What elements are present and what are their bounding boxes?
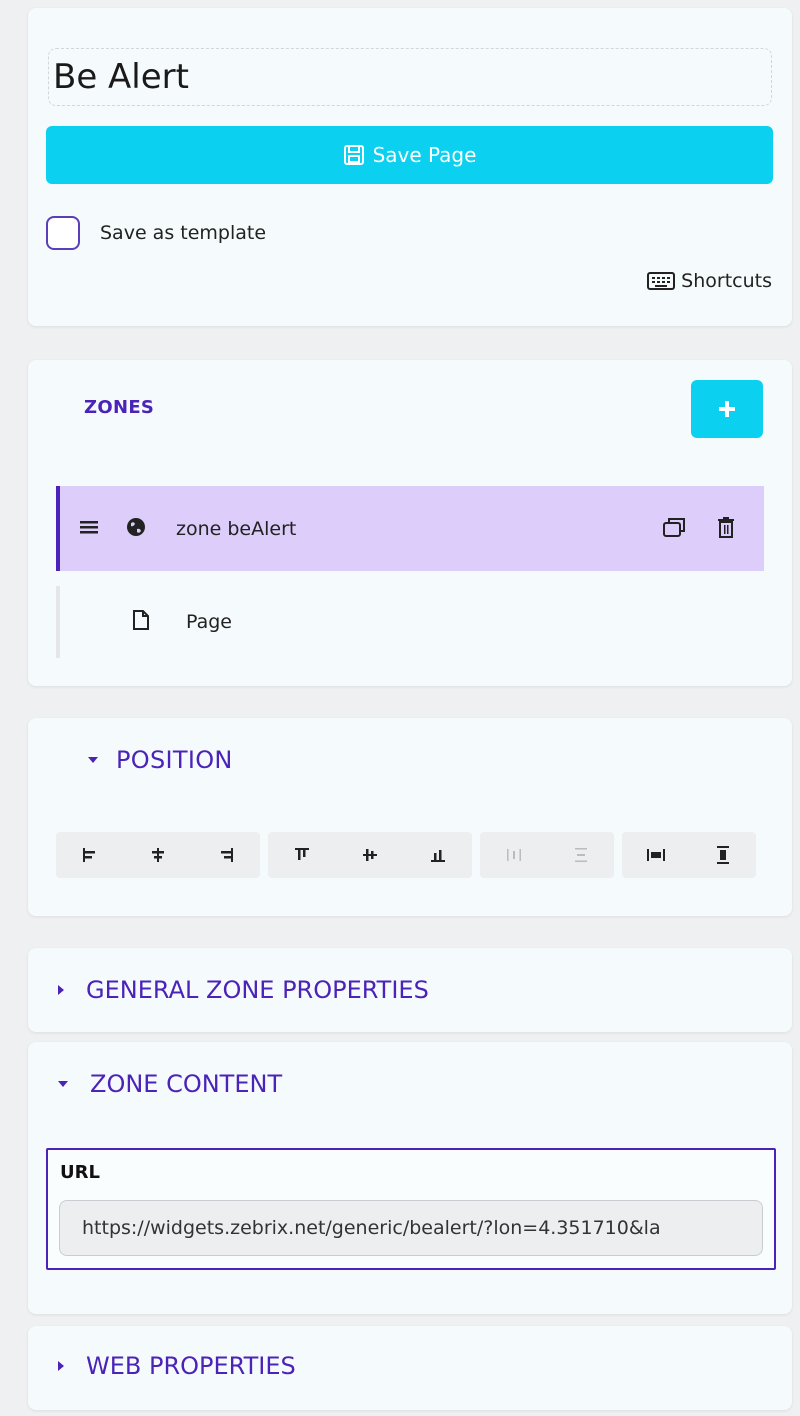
position-header[interactable]: POSITION bbox=[86, 746, 233, 774]
caret-right-icon bbox=[58, 985, 64, 995]
distribute-horizontal-icon bbox=[506, 849, 521, 861]
web-properties-card: WEB PROPERTIES bbox=[28, 1326, 792, 1410]
zones-card: ZONES zone beAlert Page bbox=[28, 360, 792, 686]
zones-title: ZONES bbox=[84, 397, 155, 418]
stretch-height-icon bbox=[716, 846, 729, 864]
general-zone-properties-title: GENERAL ZONE PROPERTIES bbox=[86, 976, 429, 1004]
stretch-height-button[interactable] bbox=[693, 832, 753, 878]
url-value: https://widgets.zebrix.net/generic/beale… bbox=[82, 1217, 661, 1239]
align-center-horizontal-icon bbox=[152, 848, 164, 862]
shortcuts-link[interactable]: Shortcuts bbox=[647, 270, 772, 292]
save-page-button[interactable]: Save Page bbox=[46, 126, 773, 184]
url-field-group: URL https://widgets.zebrix.net/generic/b… bbox=[46, 1148, 776, 1270]
align-left-icon bbox=[83, 848, 95, 862]
drag-handle-icon[interactable] bbox=[80, 519, 98, 539]
url-input[interactable]: https://widgets.zebrix.net/generic/beale… bbox=[59, 1200, 763, 1256]
general-zone-properties-card: GENERAL ZONE PROPERTIES bbox=[28, 948, 792, 1032]
distribute-horizontal-button bbox=[484, 832, 544, 878]
align-bottom-button[interactable] bbox=[408, 832, 468, 878]
align-top-button[interactable] bbox=[272, 832, 332, 878]
shortcuts-label: Shortcuts bbox=[681, 270, 772, 292]
position-card: POSITION bbox=[28, 718, 792, 916]
page-label: Page bbox=[186, 611, 232, 633]
zone-label: zone beAlert bbox=[176, 517, 297, 540]
distribute-group bbox=[480, 832, 614, 878]
zone-content-title: ZONE CONTENT bbox=[90, 1070, 283, 1098]
file-icon bbox=[132, 609, 150, 635]
save-icon bbox=[343, 145, 364, 165]
zone-list-item[interactable]: zone beAlert bbox=[56, 486, 764, 571]
align-right-icon bbox=[221, 848, 233, 862]
keyboard-icon bbox=[647, 272, 676, 290]
zone-child-page-item[interactable]: Page bbox=[56, 586, 764, 658]
add-zone-button[interactable] bbox=[691, 380, 763, 438]
page-settings-card: Save Page Save as template Shortcuts bbox=[28, 8, 792, 326]
caret-right-icon bbox=[58, 1361, 64, 1371]
align-right-button[interactable] bbox=[196, 832, 256, 878]
align-bottom-icon bbox=[431, 850, 445, 862]
align-middle-vertical-button[interactable] bbox=[340, 832, 400, 878]
save-as-template-checkbox[interactable] bbox=[46, 216, 80, 250]
web-properties-title: WEB PROPERTIES bbox=[86, 1352, 296, 1380]
duplicate-icon[interactable] bbox=[662, 516, 688, 542]
position-title: POSITION bbox=[116, 746, 233, 774]
stretch-group bbox=[622, 832, 756, 878]
align-top-icon bbox=[295, 848, 309, 860]
caret-down-icon bbox=[58, 1081, 68, 1087]
align-left-button[interactable] bbox=[60, 832, 120, 878]
plus-icon bbox=[719, 401, 735, 417]
save-page-label: Save Page bbox=[372, 143, 477, 167]
vertical-align-group bbox=[268, 832, 472, 878]
trash-icon[interactable] bbox=[716, 516, 736, 542]
caret-down-icon bbox=[88, 757, 98, 763]
general-zone-properties-header[interactable]: GENERAL ZONE PROPERTIES bbox=[56, 976, 429, 1004]
align-center-horizontal-button[interactable] bbox=[128, 832, 188, 878]
globe-icon bbox=[126, 517, 146, 541]
horizontal-align-group bbox=[56, 832, 260, 878]
distribute-vertical-icon bbox=[574, 848, 587, 862]
save-as-template-row[interactable]: Save as template bbox=[46, 216, 266, 250]
zone-content-card: ZONE CONTENT URL https://widgets.zebrix.… bbox=[28, 1042, 792, 1314]
page-title-input[interactable] bbox=[48, 48, 772, 106]
align-middle-vertical-icon bbox=[363, 849, 377, 861]
url-label: URL bbox=[60, 1162, 100, 1183]
web-properties-header[interactable]: WEB PROPERTIES bbox=[56, 1352, 296, 1380]
zone-content-header[interactable]: ZONE CONTENT bbox=[56, 1070, 282, 1098]
stretch-width-button[interactable] bbox=[626, 832, 686, 878]
distribute-vertical-button bbox=[551, 832, 611, 878]
save-as-template-label: Save as template bbox=[100, 222, 267, 244]
stretch-width-icon bbox=[646, 849, 665, 861]
